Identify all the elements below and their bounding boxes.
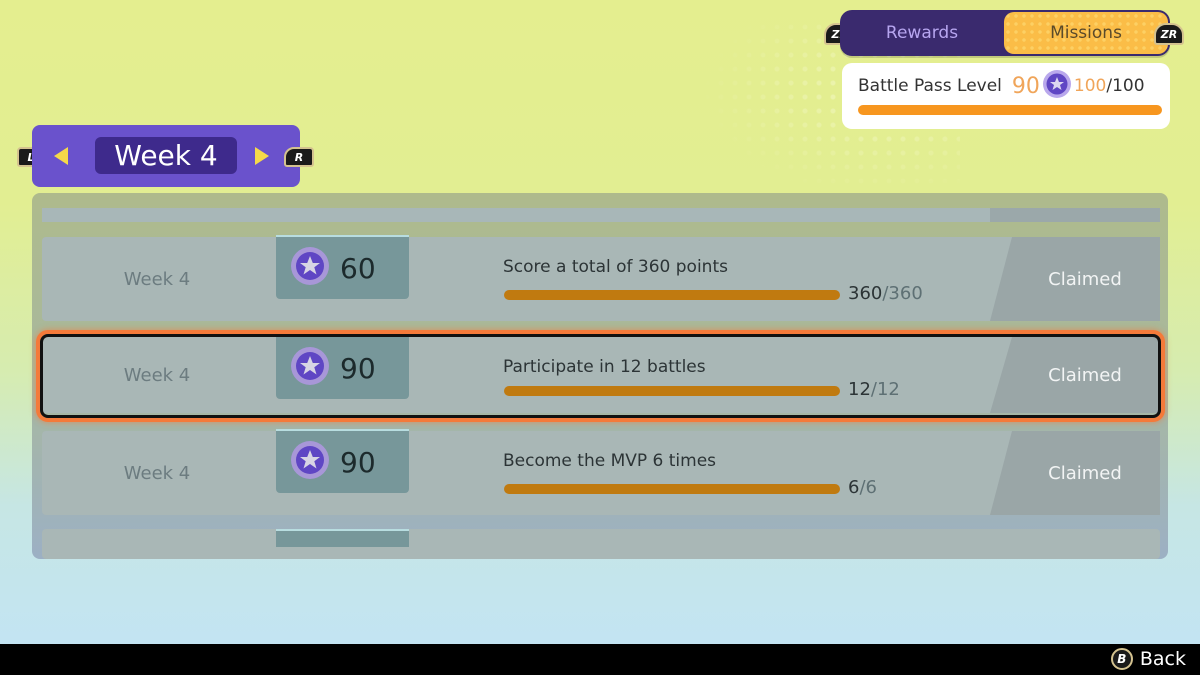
mission-description: Become the MVP 6 times (503, 451, 717, 471)
mission-status: Claimed (990, 431, 1160, 515)
battle-pass-progress-bar (858, 105, 1162, 115)
mission-description: Participate in 12 battles (503, 357, 706, 377)
next-week-arrow-icon[interactable] (255, 147, 269, 165)
mission-list[interactable]: Week 4 60 Score a total of 360 points 36… (32, 193, 1168, 559)
back-label: Back (1139, 648, 1186, 670)
star-badge-icon (290, 440, 330, 484)
mission-progress-bar (504, 484, 840, 494)
mission-row-selected[interactable]: Week 4 90 Participate in 12 battles 12/1… (42, 335, 1160, 413)
mission-progress-bar (504, 290, 840, 300)
mission-reward: 90 (276, 335, 409, 399)
mission-description: Score a total of 360 points (503, 257, 728, 277)
tab-rewards[interactable]: Rewards (840, 10, 1004, 56)
r-button-icon[interactable]: R (284, 147, 314, 167)
mission-week: Week 4 (123, 364, 191, 386)
star-badge-icon (1042, 69, 1072, 104)
mission-row[interactable]: Week 4 60 Score a total of 360 points 36… (42, 235, 1160, 321)
back-button[interactable]: B Back (1110, 648, 1186, 670)
battle-pass-points-current: 100 (1073, 76, 1107, 96)
mission-progress-text: 360/360 (848, 283, 923, 304)
week-selector: Week 4 (32, 125, 300, 187)
star-badge-icon (290, 346, 330, 390)
footer-bar: B Back (0, 644, 1200, 675)
battle-pass-label: Battle Pass Level (858, 76, 1002, 96)
tab-bar: Rewards Missions (840, 10, 1170, 56)
mission-status: Claimed (990, 337, 1160, 413)
partial-reward (276, 529, 409, 547)
mission-progress-text: 12/12 (848, 379, 900, 400)
mission-reward: 90 (276, 429, 409, 493)
reward-points: 90 (340, 351, 376, 385)
battle-pass-points-total: /100 (1106, 76, 1145, 96)
mission-week: Week 4 (123, 462, 191, 484)
battle-pass-panel: Battle Pass Level 90 100 /100 (842, 63, 1170, 129)
mission-reward: 60 (276, 235, 409, 299)
week-label: Week 4 (95, 137, 237, 174)
zr-button-icon[interactable]: ZR (1154, 23, 1184, 45)
partial-row-top (42, 208, 1160, 222)
prev-week-arrow-icon[interactable] (54, 147, 68, 165)
tab-missions[interactable]: Missions (1004, 12, 1168, 54)
mission-progress-text: 6/6 (848, 477, 877, 498)
mission-week: Week 4 (123, 268, 191, 290)
reward-points: 90 (340, 445, 376, 479)
mission-status: Claimed (990, 237, 1160, 321)
partial-row-bottom (42, 529, 1160, 559)
mission-row[interactable]: Week 4 90 Become the MVP 6 times 6/6 Cla… (42, 429, 1160, 515)
battle-pass-level: 90 (1011, 73, 1040, 99)
star-badge-icon (290, 246, 330, 290)
reward-points: 60 (340, 251, 376, 285)
b-button-icon: B (1110, 648, 1133, 670)
mission-progress-bar (504, 386, 840, 396)
